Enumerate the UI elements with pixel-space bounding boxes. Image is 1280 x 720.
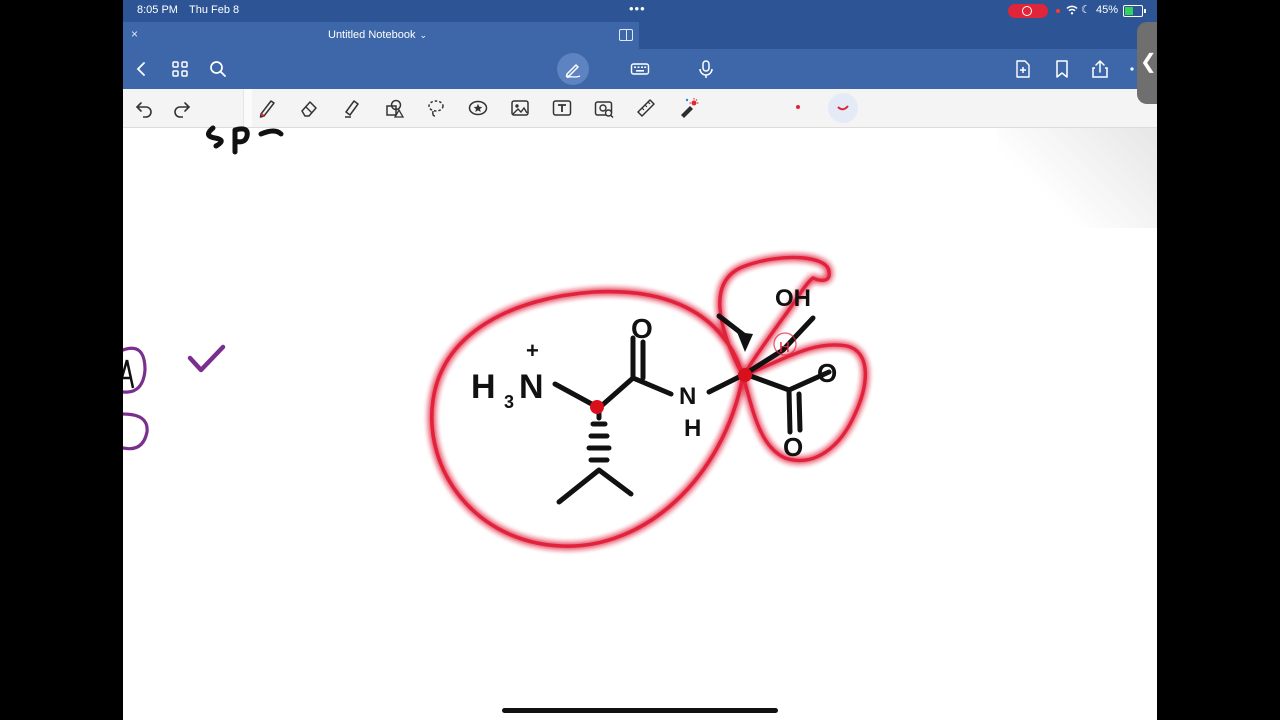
acid-oxygen-top: O xyxy=(817,358,837,388)
amide-nitrogen: N xyxy=(679,383,696,410)
carbonyl-oxygen: O xyxy=(631,313,653,344)
ink-canvas[interactable]: H 3 N + O N H OH O O H xyxy=(123,0,1157,720)
stroke-preset-button[interactable] xyxy=(828,93,858,123)
side-panel-handle[interactable]: ❮ xyxy=(1137,22,1157,104)
nh3-n: N xyxy=(519,368,544,406)
nh3-h: H xyxy=(471,368,496,406)
hydroxyl-group: OH xyxy=(775,285,811,312)
acid-oxygen-bottom: O xyxy=(783,432,803,462)
beta-carbon-dot xyxy=(738,368,752,382)
chevron-left-icon: ❮ xyxy=(1140,51,1157,73)
nh3-subscript: 3 xyxy=(504,392,514,412)
nh3-charge: + xyxy=(526,338,539,363)
handwriting-left-labels xyxy=(123,344,226,451)
amide-hydrogen: H xyxy=(684,415,701,442)
stroke-preset-icon xyxy=(837,105,849,111)
handwriting-partial-top xyxy=(206,125,284,155)
home-indicator[interactable] xyxy=(502,708,778,713)
ipad-screen: 8:05 PM Thu Feb 8 ••• ☾ 45% × Untitled N… xyxy=(123,0,1157,720)
alpha-carbon-dot xyxy=(590,400,604,414)
